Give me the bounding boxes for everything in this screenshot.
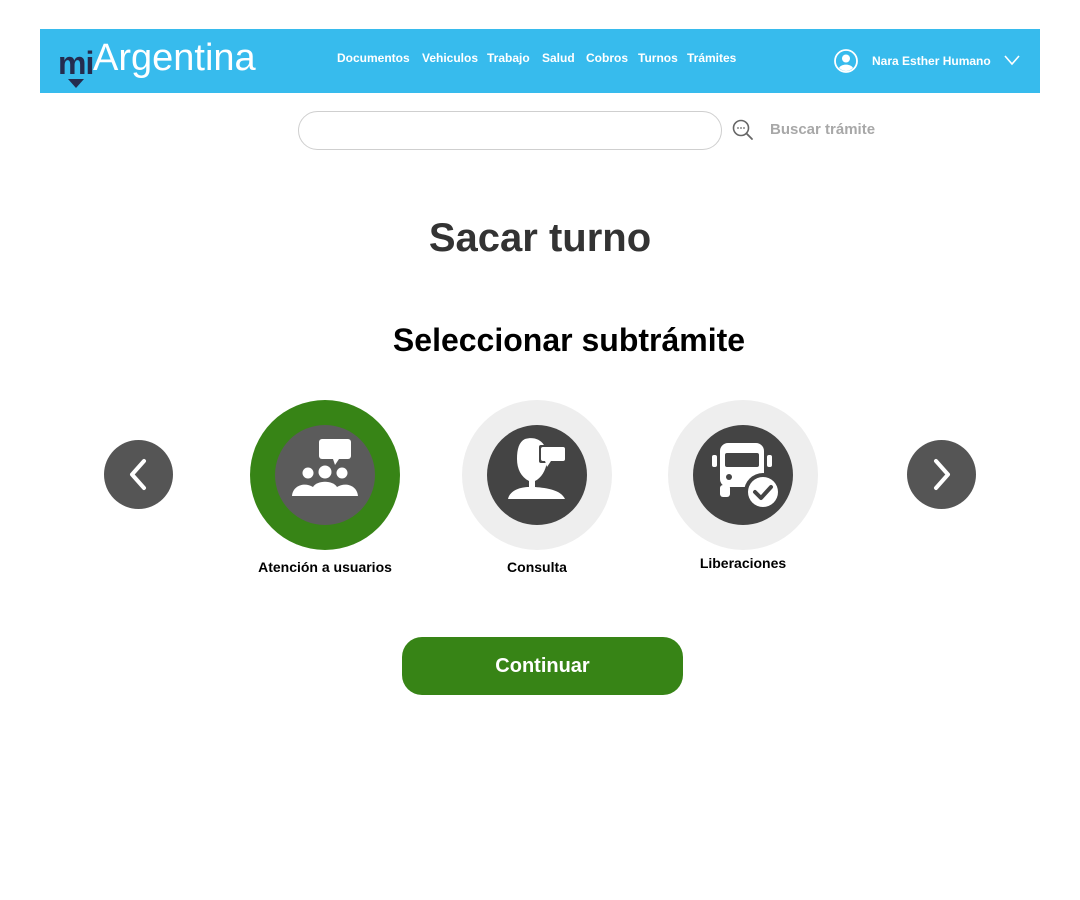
nav-item-tramites[interactable]: Trámites <box>687 51 736 65</box>
nav-item-vehiculos[interactable]: Vehiculos <box>422 51 478 65</box>
nav-item-documentos[interactable]: Documentos <box>337 51 410 65</box>
nav-item-trabajo[interactable]: Trabajo <box>487 51 530 65</box>
option-icon-circle <box>693 425 793 525</box>
user-menu[interactable]: Nara Esther Humano <box>834 48 1024 74</box>
logo-argentina-text: Argentina <box>93 37 256 79</box>
option-icon-circle <box>487 425 587 525</box>
option-label: Liberaciones <box>699 555 787 571</box>
logo-mi-text: mi <box>58 45 94 81</box>
chevron-left-icon <box>130 459 146 490</box>
option-ring <box>668 400 818 550</box>
subtramite-option-consulta[interactable]: Consulta <box>447 400 627 580</box>
top-header-bar: mi Argentina Documentos Vehiculos Trabaj… <box>40 29 1040 93</box>
truck-check-icon <box>712 443 782 511</box>
option-icon-circle <box>275 425 375 525</box>
person-chat-icon <box>508 438 567 499</box>
option-ring-selected <box>250 400 400 550</box>
continue-button[interactable]: Continuar <box>402 637 683 695</box>
carousel-next-button[interactable] <box>907 440 976 509</box>
nav-item-cobros[interactable]: Cobros <box>586 51 628 65</box>
nav-item-turnos[interactable]: Turnos <box>638 51 678 65</box>
subtramite-option-atencion[interactable]: Atención a usuarios <box>235 400 415 580</box>
search-label[interactable]: Buscar trámite <box>770 121 875 138</box>
group-chat-icon <box>292 439 358 496</box>
chevron-down-icon[interactable] <box>1004 54 1020 66</box>
option-label: Atención a usuarios <box>258 559 392 575</box>
carousel-prev-button[interactable] <box>104 440 173 509</box>
miargentina-logo[interactable]: mi Argentina <box>58 35 264 88</box>
chevron-right-icon <box>934 459 950 490</box>
section-subtitle: Seleccionar subtrámite <box>392 322 746 358</box>
user-name: Nara Esther Humano <box>872 54 991 68</box>
logo-pin-mark <box>68 79 84 88</box>
page-title: Sacar turno <box>428 216 652 260</box>
subtramite-option-liberaciones[interactable]: Liberaciones <box>653 400 833 576</box>
search-icon[interactable] <box>731 118 755 142</box>
nav-item-salud[interactable]: Salud <box>542 51 575 65</box>
option-label: Consulta <box>507 559 567 575</box>
search-input[interactable] <box>298 111 722 150</box>
option-ring <box>462 400 612 550</box>
user-circle-icon <box>834 49 858 73</box>
